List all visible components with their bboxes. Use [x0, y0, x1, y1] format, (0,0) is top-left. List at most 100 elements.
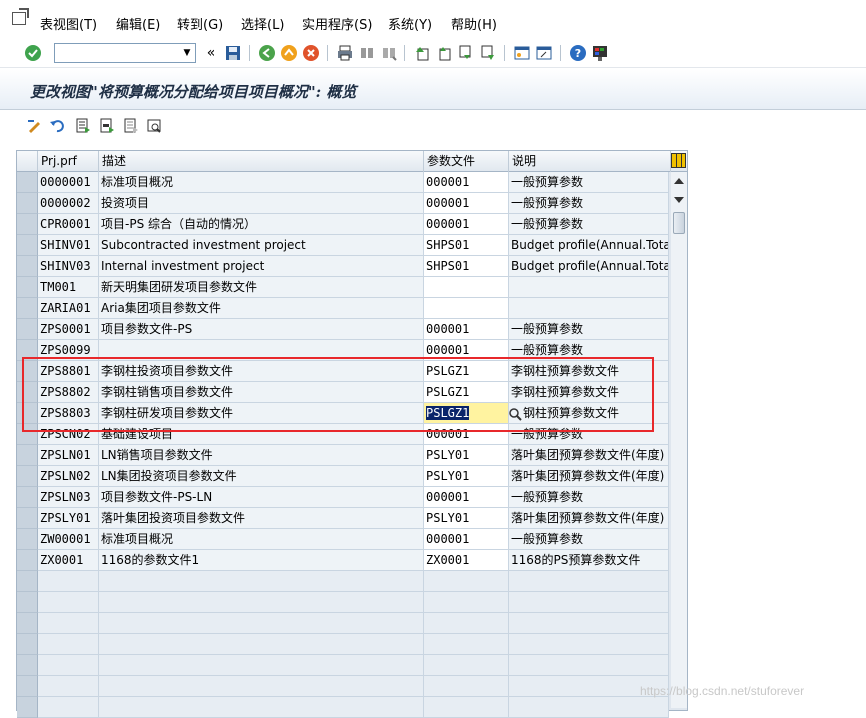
prev-page-icon[interactable] [435, 44, 453, 62]
cell-parameter-file[interactable]: PSLY01 [424, 466, 509, 487]
search-help-icon[interactable] [508, 407, 522, 421]
cell-parameter-file[interactable] [424, 277, 509, 298]
row-selector[interactable] [17, 697, 38, 718]
row-selector[interactable] [17, 550, 38, 571]
table-row[interactable]: ZX0001 1168的参数文件1 ZX0001 1168的PS预算参数文件 [17, 550, 669, 571]
undo-icon[interactable] [48, 117, 66, 135]
table-row[interactable] [17, 676, 669, 697]
menu-system[interactable]: 系统(Y) [388, 14, 432, 33]
collapse-command-icon[interactable]: « [202, 44, 220, 62]
cell-parameter-file[interactable]: 000001 [424, 193, 509, 214]
last-page-icon[interactable] [479, 44, 497, 62]
cell-parameter-file[interactable]: PSLY01 [424, 508, 509, 529]
cell-parameter-file[interactable]: ZX0001 [424, 550, 509, 571]
system-menu-icon[interactable] [12, 8, 29, 25]
table-row[interactable] [17, 592, 669, 613]
cell-parameter-file[interactable] [424, 676, 509, 697]
row-selector[interactable] [17, 487, 38, 508]
cell-parameter-file[interactable]: PSLY01 [424, 445, 509, 466]
table-row[interactable]: ZPS0001 项目参数文件-PS 000001 一般预算参数 [17, 319, 669, 340]
table-row[interactable]: CPR0001 项目-PS 综合（自动的情况） 000001 一般预算参数 [17, 214, 669, 235]
table-row[interactable]: ZARIA01 Aria集团项目参数文件 [17, 298, 669, 319]
find-icon[interactable] [358, 44, 376, 62]
row-selector[interactable] [17, 277, 38, 298]
row-selector[interactable] [17, 235, 38, 256]
table-row[interactable]: ZPSLY01 落叶集团投资项目参数文件 PSLY01 落叶集团预算参数文件(年度) [17, 508, 669, 529]
find-next-icon[interactable] [380, 44, 398, 62]
row-selector[interactable] [17, 214, 38, 235]
display-change-icon[interactable] [26, 117, 44, 135]
row-selector[interactable] [17, 172, 38, 193]
select-all-corner[interactable] [17, 151, 38, 172]
cell-parameter-file[interactable]: 000001 [424, 172, 509, 193]
cell-parameter-file[interactable] [424, 592, 509, 613]
table-row[interactable] [17, 571, 669, 592]
menu-goto[interactable]: 转到(G) [177, 14, 223, 33]
cell-parameter-file[interactable] [424, 655, 509, 676]
cell-parameter-file[interactable]: SHPS01 [424, 256, 509, 277]
row-selector[interactable] [17, 508, 38, 529]
new-session-icon[interactable] [513, 44, 531, 62]
cell-parameter-file[interactable] [424, 634, 509, 655]
table-row[interactable]: ZPSLN02 LN集团投资项目参数文件 PSLY01 落叶集团预算参数文件(年度) [17, 466, 669, 487]
back-icon[interactable] [258, 44, 276, 62]
shortcut-icon[interactable] [535, 44, 553, 62]
row-selector[interactable] [17, 613, 38, 634]
row-selector[interactable] [17, 634, 38, 655]
column-header-parameter-file[interactable]: 参数文件 [424, 151, 509, 172]
cell-parameter-file[interactable] [424, 298, 509, 319]
table-row[interactable]: 0000001 标准项目概况 000001 一般预算参数 [17, 172, 669, 193]
selection-criteria-icon[interactable] [146, 117, 164, 135]
scroll-thumb[interactable] [673, 212, 685, 234]
row-selector[interactable] [17, 571, 38, 592]
table-row[interactable] [17, 697, 669, 718]
table-row[interactable]: ZW00001 标准项目概况 000001 一般预算参数 [17, 529, 669, 550]
row-selector[interactable] [17, 655, 38, 676]
customize-layout-icon[interactable] [591, 44, 609, 62]
cell-parameter-file[interactable] [424, 613, 509, 634]
row-selector[interactable] [17, 529, 38, 550]
cancel-icon[interactable] [302, 44, 320, 62]
cell-parameter-file[interactable] [424, 697, 509, 718]
table-row[interactable]: 0000002 投资项目 000001 一般预算参数 [17, 193, 669, 214]
row-selector[interactable] [17, 466, 38, 487]
cell-parameter-file[interactable]: 000001 [424, 487, 509, 508]
menu-selection[interactable]: 选择(L) [241, 14, 284, 33]
first-page-icon[interactable] [413, 44, 431, 62]
vertical-scrollbar[interactable] [671, 172, 687, 708]
cell-parameter-file[interactable]: SHPS01 [424, 235, 509, 256]
select-all-icon[interactable] [74, 117, 92, 135]
table-row[interactable] [17, 634, 669, 655]
help-icon[interactable]: ? [569, 44, 587, 62]
deselect-all-icon[interactable] [122, 117, 140, 135]
menu-table-view[interactable]: 表视图(T) [40, 14, 97, 33]
table-settings-icon[interactable] [671, 153, 686, 168]
command-field[interactable]: ▼ [54, 43, 196, 63]
menu-edit[interactable]: 编辑(E) [116, 14, 160, 33]
menu-help[interactable]: 帮助(H) [451, 14, 497, 33]
check-icon[interactable] [24, 44, 42, 62]
row-selector[interactable] [17, 445, 38, 466]
row-selector[interactable] [17, 319, 38, 340]
table-row[interactable]: ZPSLN03 项目参数文件-PS-LN 000001 一般预算参数 [17, 487, 669, 508]
row-selector[interactable] [17, 193, 38, 214]
cell-parameter-file[interactable]: 000001 [424, 319, 509, 340]
table-row[interactable]: SHINV03 Internal investment project SHPS01… [17, 256, 669, 277]
row-selector[interactable] [17, 256, 38, 277]
cell-parameter-file[interactable]: 000001 [424, 214, 509, 235]
cell-parameter-file[interactable] [424, 571, 509, 592]
chevron-down-icon[interactable]: ▼ [179, 44, 195, 62]
row-selector[interactable] [17, 298, 38, 319]
print-icon[interactable] [336, 44, 354, 62]
menu-utilities[interactable]: 实用程序(S) [302, 14, 372, 33]
table-row[interactable]: SHINV01 Subcontracted investment project S… [17, 235, 669, 256]
scroll-up-icon[interactable] [674, 178, 684, 184]
table-row[interactable] [17, 613, 669, 634]
save-icon[interactable] [224, 44, 242, 62]
exit-icon[interactable] [280, 44, 298, 62]
row-selector[interactable] [17, 676, 38, 697]
next-page-icon[interactable] [457, 44, 475, 62]
row-selector[interactable] [17, 592, 38, 613]
column-header-explanation[interactable]: 说明 [509, 151, 671, 172]
column-header-prf[interactable]: Prj.prf [38, 151, 99, 172]
